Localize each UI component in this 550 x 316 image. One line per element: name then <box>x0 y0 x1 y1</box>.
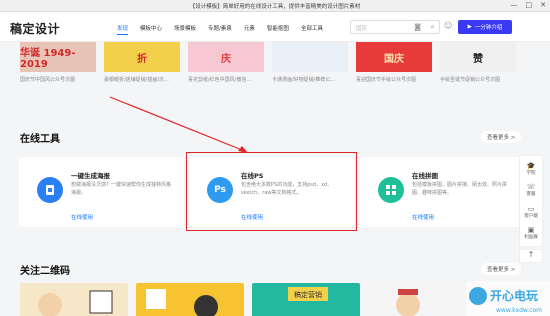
search-icon[interactable]: ⌕ <box>431 22 435 32</box>
template-thumb-image: 华诞 1949-2019 <box>20 42 96 72</box>
user-icon[interactable]: ☺ <box>444 21 452 30</box>
qr-thumb[interactable]: 稿定营销 <box>252 283 360 316</box>
template-thumb-caption: 国庆节中国风公众号次图 <box>20 77 76 83</box>
template-thumb[interactable]: 庆喜花剪纸/红色中国风/微信... <box>188 42 264 84</box>
play-icon: ▶ <box>467 24 472 30</box>
qr-thumb[interactable] <box>136 283 244 316</box>
template-thumb-image: 国庆 <box>356 42 432 72</box>
qr-section-title: 关注二维码 <box>20 266 70 277</box>
tool-card-title: 在线拼图 <box>412 172 438 180</box>
back-to-top-button[interactable]: ↑ <box>519 249 543 263</box>
site-logo[interactable]: 稿定设计 <box>10 20 60 37</box>
tool-card-desc: 包括模板拼图、图片拼接、朋太效、照片拼图、趣味拼图等。 <box>412 182 508 196</box>
cap-icon: 🎓 <box>526 161 536 170</box>
qr-section-more-link[interactable]: 查看更多 > <box>481 263 522 275</box>
template-thumb[interactable]: 赞手绘圣诞节促销公众号次图 <box>440 42 516 84</box>
template-thumb-caption: 喜花剪纸/红色中国风/微信... <box>188 77 252 83</box>
collage-icon <box>378 177 404 203</box>
tool-card-title: 一键生成海报 <box>71 172 110 180</box>
nav-item-template-center[interactable]: 模板中心 <box>140 24 162 35</box>
tool-card-desc: 想做海报没灵感？一键快速帮你生成独特风格海报。 <box>71 182 172 196</box>
nav-item-all-tools[interactable]: 全部工具 <box>301 24 323 35</box>
template-thumb[interactable]: 折豪眼眼折/店铺促销/插画/次... <box>104 42 180 84</box>
template-thumb[interactable]: 国庆喜迎国庆节手绘公众号次图 <box>356 42 432 84</box>
watermark-text: 开心电玩 <box>490 288 538 303</box>
sidebar-item-service[interactable]: ☏ 客服 <box>527 183 536 197</box>
tool-card-use-link[interactable]: 在线使用 <box>412 213 434 221</box>
search-input[interactable]: 国庆 <box>356 24 367 32</box>
window-controls: — □ ✕ <box>511 1 547 9</box>
sidebar-item-label: 客户端 <box>524 213 538 219</box>
svg-text:稿定营销: 稿定营销 <box>294 290 322 299</box>
template-thumbnails-row: 华诞 1949-2019 国庆节中国风公众号次图 折豪眼眼折/店铺促销/插画/次..… <box>20 42 520 84</box>
nav-item-scene-templates[interactable]: 场景模板 <box>174 24 196 35</box>
qr-thumb[interactable] <box>368 283 476 316</box>
sidebar-item-client[interactable]: ▭ 客户端 <box>524 205 538 219</box>
nav-item-smart-cutout[interactable]: 智能抠图 <box>267 24 289 35</box>
search-box[interactable]: 国庆 ◙ ⌕ <box>350 20 440 34</box>
annotation-highlight-box <box>186 152 357 231</box>
monitor-icon: ▭ <box>527 204 535 213</box>
site-watermark: 开心电玩 www.kxdw.com <box>466 281 550 316</box>
sidebar-item-label: 学院 <box>526 170 536 176</box>
sidebar-item-label: 客服 <box>526 192 536 198</box>
nav-item-topics[interactable]: 专题/素泉 <box>208 24 232 35</box>
watermark-url: www.kxdw.com <box>496 307 542 314</box>
template-thumb-caption: 喜迎国庆节手绘公众号次图 <box>356 77 417 83</box>
template-thumb-image <box>272 42 348 72</box>
top-navbar: 稿定设计 发现 模板中心 场景模板 专题/素泉 元素 智能抠图 全部工具 国庆 … <box>0 12 550 42</box>
sidebar-item-label: 利益群 <box>524 235 538 241</box>
intro-button-label: 一分钟介绍 <box>474 25 503 31</box>
template-thumb[interactable]: 华诞 1949-2019 国庆节中国风公众号次图 <box>20 42 96 84</box>
intro-button[interactable]: ▶ 一分钟介绍 <box>458 20 512 34</box>
headset-icon: ☏ <box>526 183 536 192</box>
template-thumb-caption: 卡通漫画/好物促销/推荐公... <box>272 77 336 83</box>
close-button[interactable]: ✕ <box>540 1 546 9</box>
online-tools-more-link[interactable]: 查看更多 > <box>481 131 522 143</box>
right-sidebar: 🎓 学院 ☏ 客服 ▭ 客户端 ▣ 利益群 <box>519 155 543 247</box>
template-thumb[interactable]: 卡通漫画/好物促销/推荐公... <box>272 42 348 84</box>
nav-item-discover[interactable]: 发现 <box>117 24 129 35</box>
qr-thumb[interactable] <box>20 283 128 316</box>
gift-icon: ▣ <box>527 226 535 235</box>
minimize-button[interactable]: — <box>511 1 518 9</box>
online-tools-title: 在线工具 <box>20 134 60 145</box>
qr-thumbnails-row: 稿定营销 <box>20 283 540 316</box>
sidebar-item-group[interactable]: ▣ 利益群 <box>524 226 538 240</box>
tool-card-use-link[interactable]: 在线使用 <box>71 213 93 221</box>
maximize-button[interactable]: □ <box>526 1 533 9</box>
camera-icon[interactable]: ◙ <box>414 23 421 31</box>
template-thumb-image: 赞 <box>440 42 516 72</box>
nav-item-elements[interactable]: 元素 <box>244 24 255 35</box>
template-thumb-caption: 手绘圣诞节促销公众号次图 <box>440 77 501 83</box>
nav-icons: ☺ <box>444 21 452 30</box>
template-thumb-caption: 豪眼眼折/店铺促销/插画/次... <box>104 77 169 83</box>
template-thumb-image: 庆 <box>188 42 264 72</box>
tool-card-collage[interactable]: 在线拼图 包括模板拼图、图片拼接、朋太效、照片拼图、趣味拼图等。 在线使用 <box>360 157 525 227</box>
poster-icon <box>37 177 63 203</box>
window-title: 【设计模板】简单好用的在线设计工具，提供丰富精美的设计图片素材 <box>189 4 361 10</box>
main-nav: 发现 模板中心 场景模板 专题/素泉 元素 智能抠图 全部工具 <box>117 24 323 35</box>
window-titlebar: 【设计模板】简单好用的在线设计工具，提供丰富精美的设计图片素材 — □ ✕ <box>0 0 550 12</box>
sidebar-item-academy[interactable]: 🎓 学院 <box>527 162 536 176</box>
tool-card-poster[interactable]: 一键生成海报 想做海报没灵感？一键快速帮你生成独特风格海报。 在线使用 <box>19 157 184 227</box>
template-thumb-image: 折 <box>104 42 180 72</box>
